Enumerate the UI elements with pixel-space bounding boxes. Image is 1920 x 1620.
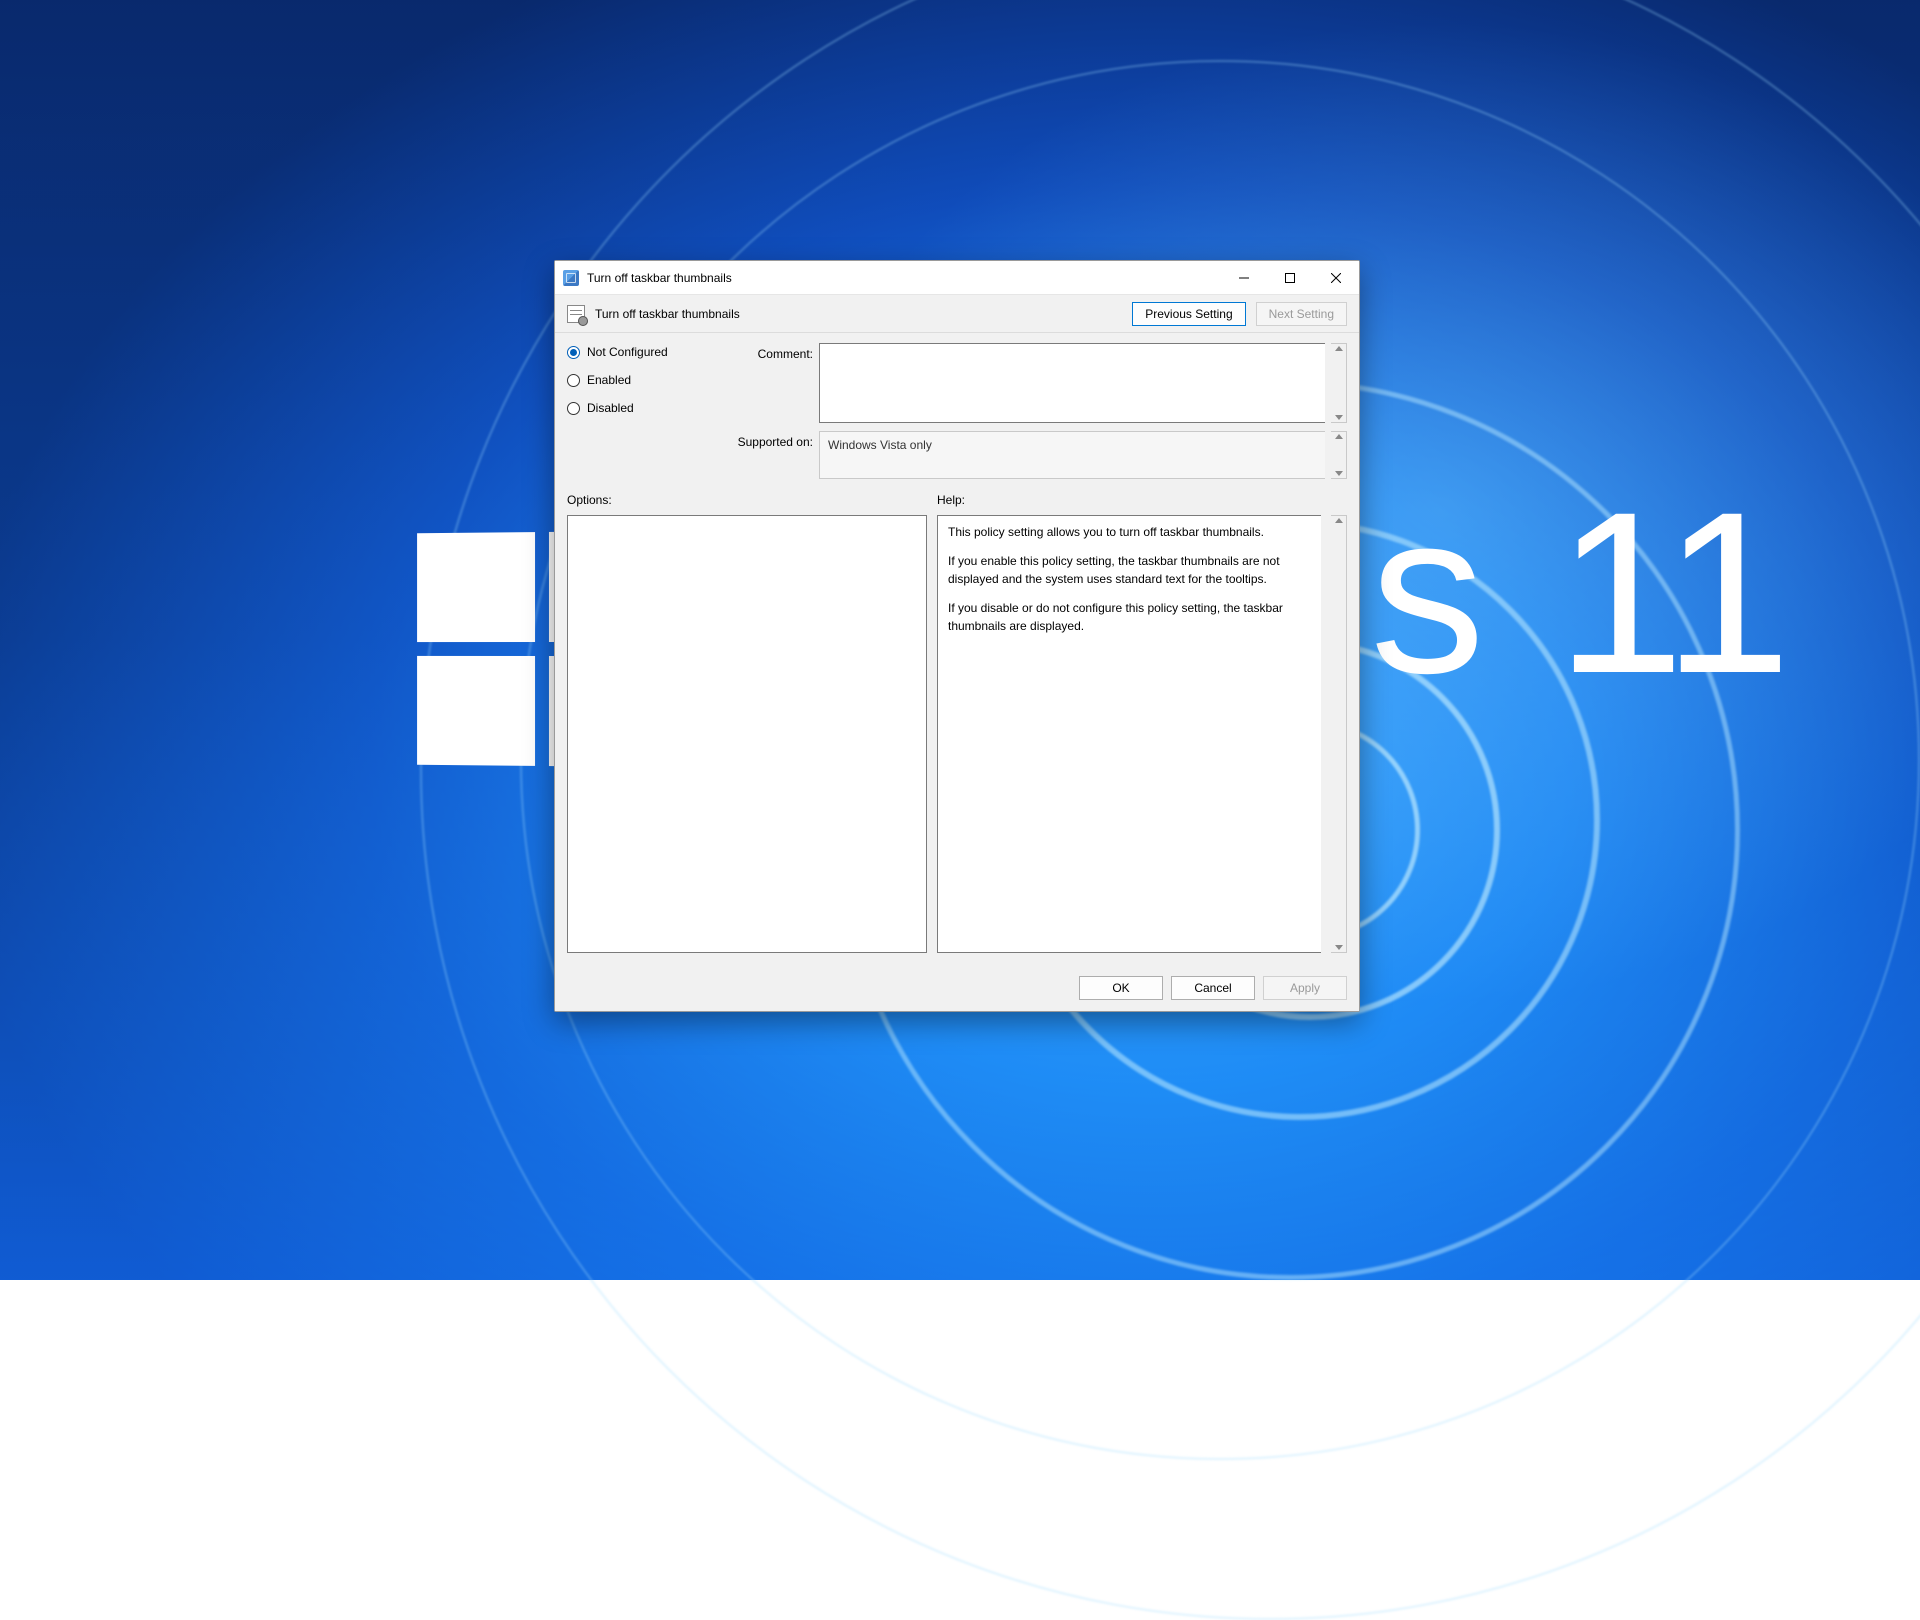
supported-on-label: Supported on:: [723, 431, 813, 449]
app-icon: [563, 270, 579, 286]
help-panel[interactable]: This policy setting allows you to turn o…: [937, 515, 1321, 953]
help-text: If you enable this policy setting, the t…: [948, 553, 1311, 588]
comment-field[interactable]: [819, 343, 1325, 423]
toolbar: Turn off taskbar thumbnails Previous Set…: [555, 295, 1359, 333]
close-button[interactable]: [1313, 261, 1359, 294]
radio-label: Disabled: [587, 401, 634, 415]
radio-enabled[interactable]: Enabled: [567, 373, 717, 387]
scroll-up-icon: [1335, 518, 1343, 523]
previous-setting-button[interactable]: Previous Setting: [1132, 302, 1245, 326]
minimize-button[interactable]: [1221, 261, 1267, 294]
scroll-down-icon: [1335, 415, 1343, 420]
maximize-button[interactable]: [1267, 261, 1313, 294]
help-scrollbar[interactable]: [1331, 515, 1347, 953]
radio-icon: [567, 402, 580, 415]
comment-scrollbar[interactable]: [1331, 343, 1347, 423]
next-setting-button: Next Setting: [1256, 302, 1347, 326]
supported-scrollbar[interactable]: [1331, 431, 1347, 479]
help-text: If you disable or do not configure this …: [948, 600, 1311, 635]
options-panel[interactable]: [567, 515, 927, 953]
radio-label: Enabled: [587, 373, 631, 387]
cancel-button[interactable]: Cancel: [1171, 976, 1255, 1000]
scroll-down-icon: [1335, 945, 1343, 950]
radio-not-configured[interactable]: Not Configured: [567, 345, 717, 359]
setting-name: Turn off taskbar thumbnails: [595, 307, 740, 321]
help-text: This policy setting allows you to turn o…: [948, 524, 1311, 541]
dialog-footer: OK Cancel Apply: [555, 965, 1359, 1011]
scroll-up-icon: [1335, 434, 1343, 439]
policy-dialog: Turn off taskbar thumbnails Turn off tas…: [554, 260, 1360, 1012]
radio-icon: [567, 374, 580, 387]
windows-11-text: s 11: [1370, 460, 1787, 725]
policy-setting-icon: [567, 305, 585, 323]
window-title: Turn off taskbar thumbnails: [587, 271, 732, 285]
scroll-up-icon: [1335, 346, 1343, 351]
apply-button: Apply: [1263, 976, 1347, 1000]
state-radio-group: Not Configured Enabled Disabled: [567, 343, 717, 415]
radio-label: Not Configured: [587, 345, 668, 359]
radio-disabled[interactable]: Disabled: [567, 401, 717, 415]
titlebar[interactable]: Turn off taskbar thumbnails: [555, 261, 1359, 295]
options-label: Options:: [567, 493, 927, 507]
scroll-down-icon: [1335, 471, 1343, 476]
supported-on-field: Windows Vista only: [819, 431, 1325, 479]
ok-button[interactable]: OK: [1079, 976, 1163, 1000]
help-label: Help:: [937, 493, 1347, 507]
radio-icon: [567, 346, 580, 359]
comment-label: Comment:: [723, 343, 813, 361]
